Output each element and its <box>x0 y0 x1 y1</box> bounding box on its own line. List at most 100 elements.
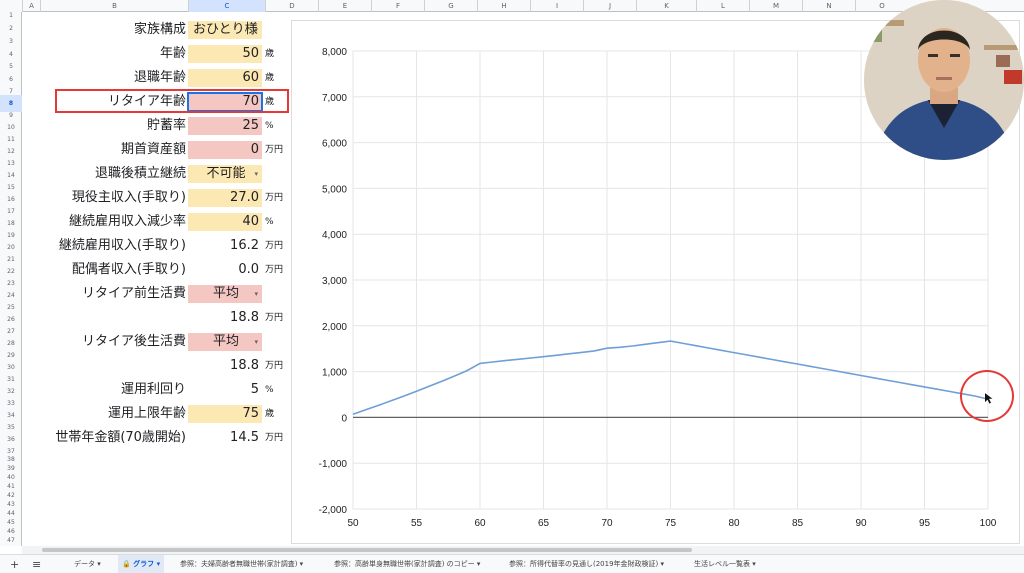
initial-assets-cell[interactable]: 0 <box>188 141 262 159</box>
age-unit: 歳 <box>265 49 275 59</box>
sheet-tab-ref-replacement[interactable]: 参照：所得代替率の見通し(2019年金財政検証) ▾ <box>505 555 668 573</box>
reemploy-income-cell[interactable]: 16.2 <box>188 237 262 255</box>
row-header-6[interactable]: 6 <box>0 71 22 88</box>
row-header-21[interactable]: 21 <box>0 256 22 263</box>
row-header-33[interactable]: 33 <box>0 400 22 407</box>
post-living-amount[interactable]: 18.8 <box>188 357 262 375</box>
row-header-28[interactable]: 28 <box>0 335 22 352</box>
row-header-18[interactable]: 18 <box>0 215 22 232</box>
sheet-tab-ref-couple[interactable]: 参照：夫婦高齢者無職世帯(家計調査) ▾ <box>176 555 307 573</box>
column-header-l[interactable]: L <box>696 0 749 12</box>
row-header-34[interactable]: 34 <box>0 407 22 424</box>
row-header-12[interactable]: 12 <box>0 143 22 160</box>
column-header-h[interactable]: H <box>477 0 530 12</box>
select-all-corner[interactable] <box>0 0 22 12</box>
row-header-46[interactable]: 46 <box>0 527 22 536</box>
row-header-31[interactable]: 31 <box>0 376 22 383</box>
all-sheets-menu-icon[interactable]: ≡ <box>32 555 41 573</box>
row-header-29[interactable]: 29 <box>0 352 22 359</box>
column-header-f[interactable]: F <box>371 0 424 12</box>
row-header-8[interactable]: 8 <box>0 95 22 112</box>
row-header-32[interactable]: 32 <box>0 383 22 400</box>
yield-cell[interactable]: 5 <box>188 381 262 399</box>
family-dropdown[interactable]: おひとり様 ▾ <box>188 21 262 39</box>
row-header-22[interactable]: 22 <box>0 263 22 280</box>
row-header-42[interactable]: 42 <box>0 491 22 500</box>
row-header-17[interactable]: 17 <box>0 208 22 215</box>
y-tick-label: 7,000 <box>322 93 347 104</box>
column-header-g[interactable]: G <box>424 0 477 12</box>
sheet-tab-living-level[interactable]: 生活レベル一覧表 ▾ <box>690 555 760 573</box>
row-header-4[interactable]: 4 <box>0 46 22 63</box>
column-header-d[interactable]: D <box>265 0 318 12</box>
savings-rate-cell[interactable]: 25 <box>188 117 262 135</box>
row-header-36[interactable]: 36 <box>0 431 22 448</box>
column-header-c[interactable]: C <box>188 0 265 12</box>
row-header-44[interactable]: 44 <box>0 509 22 518</box>
row-header-5[interactable]: 5 <box>0 63 22 71</box>
y-tick-label: 3,000 <box>322 276 347 287</box>
row-header-37[interactable]: 37 <box>0 448 22 455</box>
spouse-income-cell[interactable]: 0.0 <box>188 261 262 279</box>
row-header-9[interactable]: 9 <box>0 112 22 119</box>
column-header-b[interactable]: B <box>40 0 188 12</box>
scrollbar-thumb[interactable] <box>42 548 692 552</box>
row-header-3[interactable]: 3 <box>0 38 22 46</box>
row-header-11[interactable]: 11 <box>0 136 22 143</box>
row-header-41[interactable]: 41 <box>0 482 22 491</box>
pension-cell[interactable]: 14.5 <box>188 429 262 447</box>
row-header-25[interactable]: 25 <box>0 304 22 311</box>
spouse-income-label: 配偶者収入(手取り) <box>71 262 186 277</box>
row-header-24[interactable]: 24 <box>0 287 22 304</box>
continue-saving-dropdown[interactable]: 不可能 ▾ <box>188 165 262 183</box>
column-header-n[interactable]: N <box>802 0 855 12</box>
row-header-45[interactable]: 45 <box>0 518 22 527</box>
row-header-1[interactable]: 1 <box>0 12 22 20</box>
row-header-30[interactable]: 30 <box>0 359 22 376</box>
row-header-43[interactable]: 43 <box>0 500 22 509</box>
row-header-16[interactable]: 16 <box>0 191 22 208</box>
x-tick-label: 65 <box>538 518 550 529</box>
sheet-tab-graph[interactable]: 🔒 グラフ ▾ <box>118 555 165 573</box>
column-header-e[interactable]: E <box>318 0 371 12</box>
initial-assets-label: 期首資産額 <box>120 142 186 157</box>
column-header-a[interactable]: A <box>22 0 40 12</box>
age-cell[interactable]: 50 <box>188 45 262 63</box>
add-sheet-icon[interactable]: + <box>10 555 19 573</box>
row-header-15[interactable]: 15 <box>0 184 22 191</box>
sheet-tab-ref-single-copy[interactable]: 参照：高齢単身無職世帯(家計調査) のコピー ▾ <box>330 555 484 573</box>
x-tick-label: 60 <box>474 518 486 529</box>
post-living-value: 平均 <box>212 334 239 349</box>
row-header-2[interactable]: 2 <box>0 20 22 38</box>
column-header-i[interactable]: I <box>530 0 583 12</box>
retire-age-cell[interactable]: 60 <box>188 69 262 87</box>
row-header-40[interactable]: 40 <box>0 473 22 482</box>
invest-limit-age-cell[interactable]: 75 <box>188 405 262 423</box>
row-header-35[interactable]: 35 <box>0 424 22 431</box>
post-living-dropdown[interactable]: 平均 ▾ <box>188 333 262 351</box>
pre-living-amount[interactable]: 18.8 <box>188 309 262 327</box>
y-tick-label: 2,000 <box>322 322 347 333</box>
horizontal-scrollbar[interactable] <box>22 546 1024 554</box>
reemploy-cut-cell[interactable]: 40 <box>188 213 262 231</box>
row-header-7[interactable]: 7 <box>0 88 22 95</box>
row-header-19[interactable]: 19 <box>0 232 22 239</box>
dropdown-arrow-icon: ▾ <box>254 290 258 298</box>
column-header-o[interactable]: O <box>855 0 908 12</box>
sheet-tab-data[interactable]: データ ▾ <box>70 555 105 573</box>
row-header-23[interactable]: 23 <box>0 280 22 287</box>
income-cell[interactable]: 27.0 <box>188 189 262 207</box>
column-header-k[interactable]: K <box>636 0 696 12</box>
row-header-10[interactable]: 10 <box>0 119 22 136</box>
row-header-20[interactable]: 20 <box>0 239 22 256</box>
row-header-26[interactable]: 26 <box>0 311 22 328</box>
row-header-14[interactable]: 14 <box>0 167 22 184</box>
pre-living-dropdown[interactable]: 平均 ▾ <box>188 285 262 303</box>
row-header-13[interactable]: 13 <box>0 160 22 167</box>
row-header-38[interactable]: 38 <box>0 455 22 464</box>
column-header-j[interactable]: J <box>583 0 636 12</box>
row-header-39[interactable]: 39 <box>0 464 22 473</box>
column-header-m[interactable]: M <box>749 0 802 12</box>
row-header-47[interactable]: 47 <box>0 536 22 546</box>
row-header-27[interactable]: 27 <box>0 328 22 335</box>
